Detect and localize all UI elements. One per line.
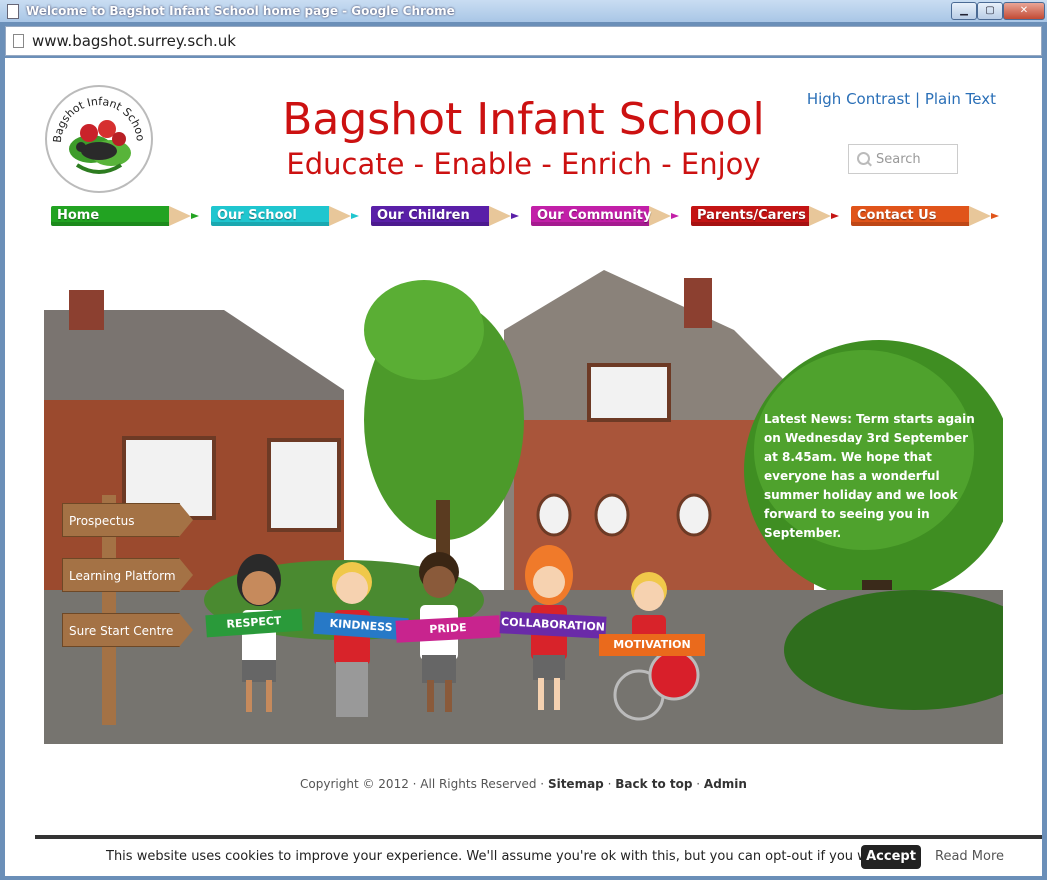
nav-our-community[interactable]: Our Community	[531, 206, 681, 226]
pencil-tip	[969, 206, 991, 226]
sure-start-centre-sign[interactable]: Sure Start Centre	[62, 613, 193, 647]
web-page: Bagshot Infant School Bagshot Infant Sch…	[5, 58, 1042, 876]
nav-parents-carers[interactable]: Parents/Carers	[691, 206, 841, 226]
close-button[interactable]: ✕	[1003, 2, 1045, 20]
read-more-link[interactable]: Read More	[935, 849, 1004, 864]
nav-our-school[interactable]: Our School	[211, 206, 361, 226]
pencil-lead	[671, 213, 679, 219]
footer: Copyright © 2012 · All Rights Reserved ·…	[5, 777, 1042, 791]
pencil-tip	[329, 206, 351, 226]
nav-label: Our School	[217, 208, 297, 223]
pencil-tip	[809, 206, 831, 226]
page-icon	[7, 4, 19, 19]
nav-label: Contact Us	[857, 208, 937, 223]
footer-separator: ·	[603, 777, 616, 791]
nav-label: Our Children	[377, 208, 470, 223]
prospectus-sign[interactable]: Prospectus	[62, 503, 193, 537]
pencil-lead	[831, 213, 839, 219]
plain-text-link[interactable]: Plain Text	[925, 90, 996, 108]
maximize-button[interactable]: ▢	[977, 2, 1003, 20]
pencil-tip	[169, 206, 191, 226]
address-bar[interactable]: www.bagshot.surrey.sch.uk	[5, 26, 1042, 56]
sitemap-link[interactable]: Sitemap	[548, 777, 604, 791]
window-title: Welcome to Bagshot Infant School home pa…	[26, 4, 455, 18]
learning-platform-sign[interactable]: Learning Platform	[62, 558, 193, 592]
back-to-top-link[interactable]: Back to top	[615, 777, 692, 791]
pencil-lead	[191, 213, 199, 219]
accept-cookies-button[interactable]: Accept	[861, 845, 921, 869]
nav-home[interactable]: Home	[51, 206, 201, 226]
latest-news-text[interactable]: Latest News: Term starts again on Wednes…	[764, 410, 980, 543]
pencil-lead	[991, 213, 999, 219]
url-text[interactable]: www.bagshot.surrey.sch.uk	[32, 32, 236, 50]
pencil-lead	[511, 213, 519, 219]
nav-label: Parents/Carers	[697, 208, 806, 223]
pencil-tip	[649, 206, 671, 226]
link-separator: |	[914, 90, 921, 108]
window-titlebar: Welcome to Bagshot Infant School home pa…	[0, 0, 1047, 22]
motivation-banner: MOTIVATION	[599, 634, 705, 656]
nav-label: Our Community	[537, 208, 652, 223]
footer-separator: ·	[692, 777, 704, 791]
nav-label: Home	[57, 208, 100, 223]
cookie-message: This website uses cookies to improve you…	[106, 849, 891, 864]
cookie-bar: This website uses cookies to improve you…	[35, 835, 1042, 876]
search-icon	[857, 152, 870, 165]
hero-illustration: Prospectus Learning Platform Sure Start …	[44, 270, 1003, 744]
pencil-lead	[351, 213, 359, 219]
nav-our-children[interactable]: Our Children	[371, 206, 521, 226]
high-contrast-link[interactable]: High Contrast	[807, 90, 910, 108]
search-input[interactable]: Search	[848, 144, 958, 174]
admin-link[interactable]: Admin	[704, 777, 747, 791]
search-placeholder: Search	[876, 152, 921, 167]
nav-contact-us[interactable]: Contact Us	[851, 206, 1001, 226]
copyright-text: Copyright © 2012 · All Rights Reserved ·	[300, 777, 548, 791]
accessibility-links: High Contrast | Plain Text	[807, 90, 996, 108]
page-icon	[13, 34, 24, 48]
minimize-button[interactable]: ▁	[951, 2, 977, 20]
pencil-tip	[489, 206, 511, 226]
